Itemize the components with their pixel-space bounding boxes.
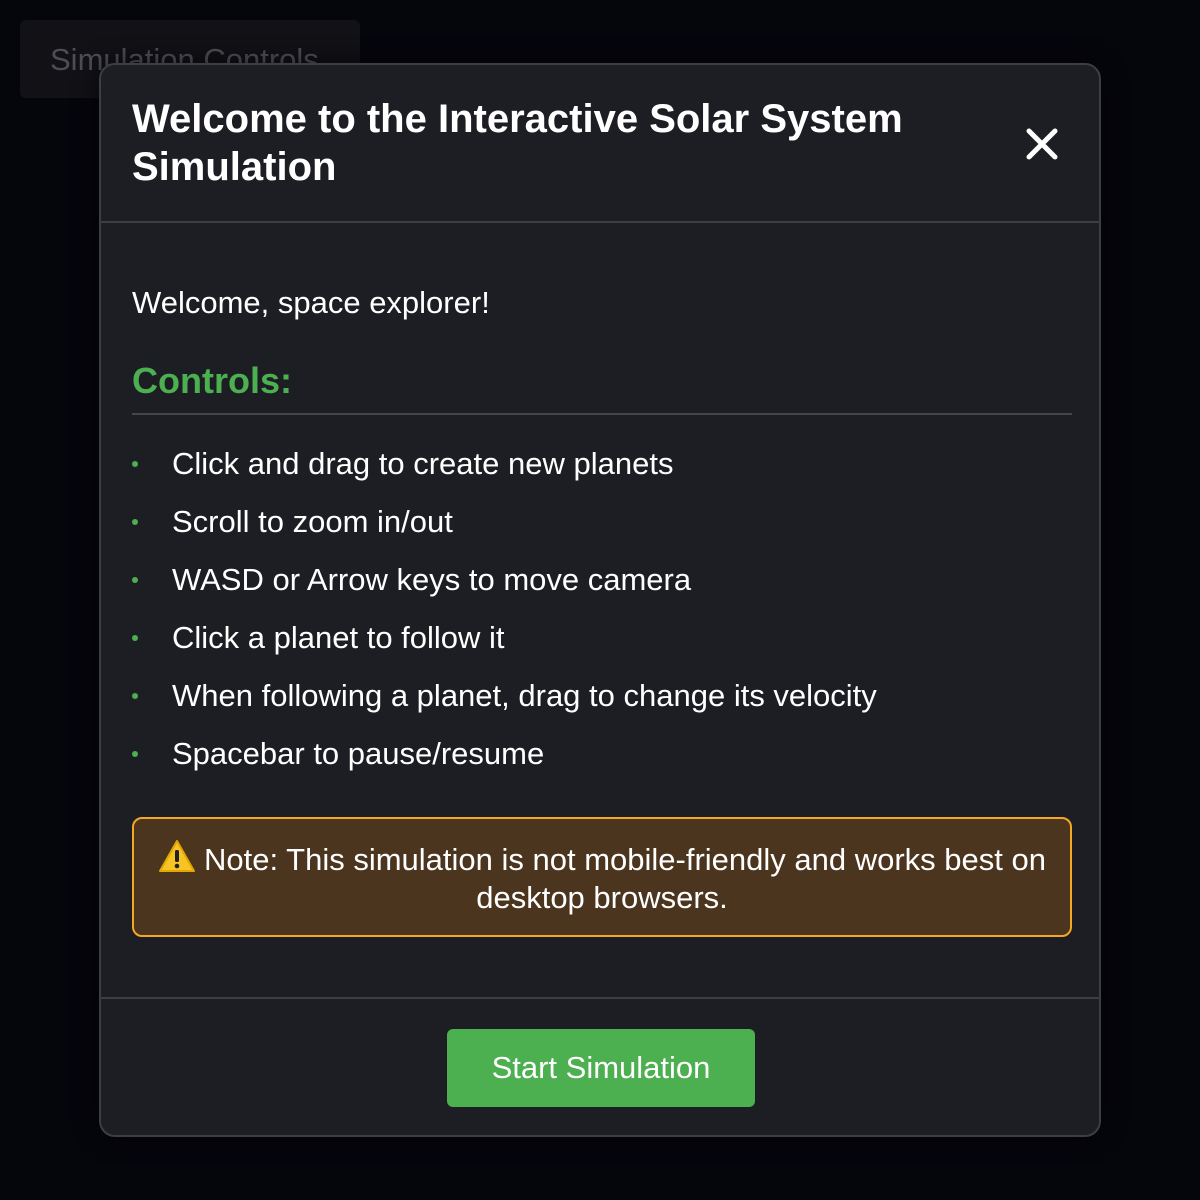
greeting-text: Welcome, space explorer! [132,285,490,320]
list-item: When following a planet, drag to change … [132,667,877,725]
modal-header: Welcome to the Interactive Solar System … [101,65,1099,223]
close-button[interactable] [1019,121,1065,167]
list-item: Spacebar to pause/resume [132,725,877,783]
modal-title: Welcome to the Interactive Solar System … [132,97,903,189]
list-item-text: Click a planet to follow it [172,620,505,655]
list-item: Click a planet to follow it [132,609,877,667]
list-item-text: WASD or Arrow keys to move camera [172,562,692,597]
list-item: WASD or Arrow keys to move camera [132,551,877,609]
bullet-icon [132,635,138,641]
welcome-modal: Welcome to the Interactive Solar System … [99,63,1101,1137]
list-item: Scroll to zoom in/out [132,493,877,551]
list-item-text: When following a planet, drag to change … [172,678,877,713]
bullet-icon [132,751,138,757]
bullet-icon [132,519,138,525]
bullet-icon [132,461,138,467]
mobile-warning-note: Note: This simulation is not mobile-frie… [132,817,1072,937]
bullet-icon [132,577,138,583]
modal-footer: Start Simulation [101,997,1099,1135]
note-text: Note: This simulation is not mobile-frie… [204,842,1046,915]
list-item-text: Spacebar to pause/resume [172,736,545,771]
warning-icon [159,840,195,872]
close-icon [1026,128,1058,160]
controls-heading: Controls: [132,360,1072,415]
list-item-text: Click and drag to create new planets [172,446,674,481]
list-item-text: Scroll to zoom in/out [172,504,453,539]
list-item: Click and drag to create new planets [132,435,877,493]
bullet-icon [132,693,138,699]
start-simulation-button[interactable]: Start Simulation [447,1029,755,1107]
controls-list: Click and drag to create new planets Scr… [132,435,877,783]
